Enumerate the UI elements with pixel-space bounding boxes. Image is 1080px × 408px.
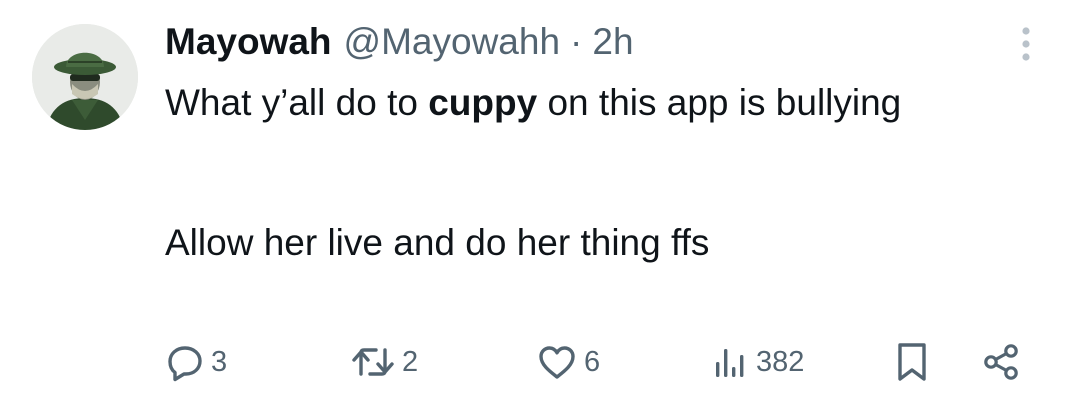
more-options-button[interactable] (1004, 22, 1048, 66)
action-bar: 3 2 6 382 (0, 336, 1080, 388)
share-button[interactable] (980, 336, 1024, 388)
tweet-paragraph-2: Allow her live and do her thing ffs (165, 222, 710, 263)
bookmark-icon (898, 343, 926, 381)
reply-count: 3 (211, 345, 228, 378)
views-chart-icon (716, 349, 744, 377)
tweet-text: What y’all do to cuppy on this app is bu… (165, 78, 985, 267)
tweet-header: Mayowah @Mayowahh · 2h (165, 20, 634, 64)
separator-dot: · (570, 21, 583, 62)
tweet-text-part-1: What y’all do to (165, 82, 429, 123)
display-name[interactable]: Mayowah (165, 20, 332, 64)
more-vertical-icon (1022, 27, 1030, 61)
repost-icon (352, 348, 394, 376)
avatar[interactable] (32, 24, 138, 130)
reply-button[interactable]: 3 (165, 336, 227, 388)
avatar-image (32, 24, 138, 130)
views-count: 382 (756, 345, 805, 378)
bookmark-button[interactable] (892, 336, 932, 388)
timestamp[interactable]: 2h (592, 20, 633, 64)
like-button[interactable]: 6 (536, 336, 600, 388)
mention-text: cuppy (428, 82, 538, 123)
repost-count: 2 (402, 345, 419, 378)
heart-icon (539, 346, 575, 379)
views-button[interactable]: 382 (710, 336, 804, 388)
share-icon (984, 344, 1018, 380)
tweet-text-part-2: on this app is bullying (537, 82, 902, 123)
user-handle[interactable]: @Mayowahh (344, 20, 561, 64)
reply-icon (168, 346, 202, 382)
tweet-paragraph-1: What y’all do to cuppy on this app is bu… (165, 78, 985, 127)
repost-button[interactable]: 2 (350, 336, 418, 388)
like-count: 6 (584, 345, 601, 378)
